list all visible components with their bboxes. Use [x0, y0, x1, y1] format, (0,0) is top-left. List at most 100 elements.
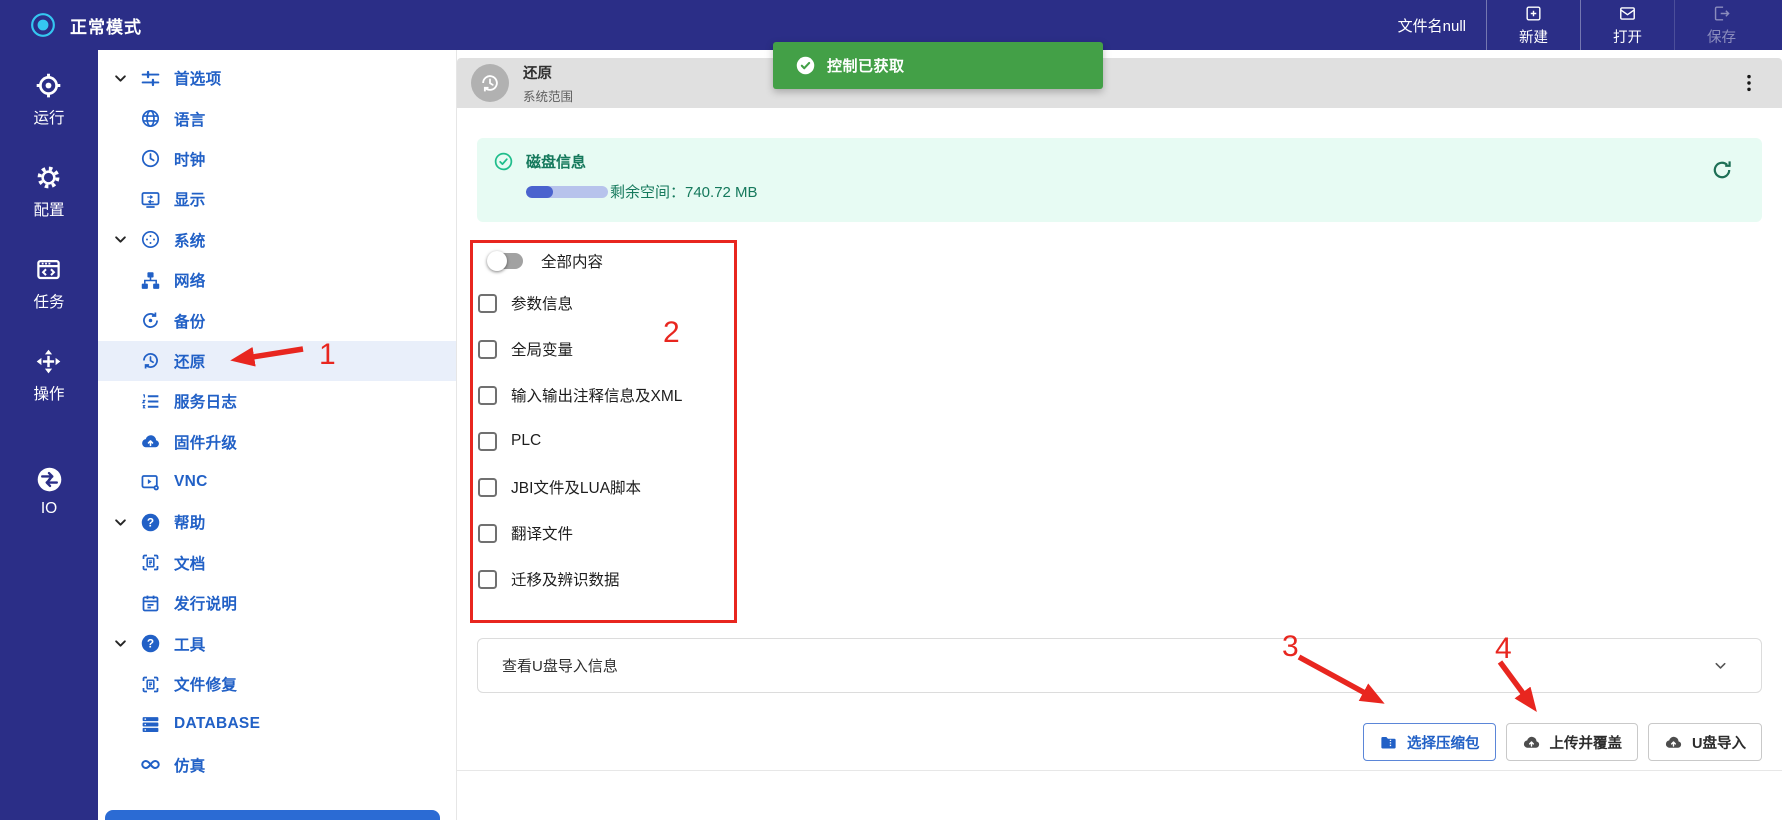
checkbox-label: 参数信息	[511, 292, 573, 314]
sidebar-item[interactable]: 仿真	[98, 745, 456, 785]
restore-checkbox-row[interactable]: 翻译文件	[478, 522, 682, 544]
restore-checkbox-row[interactable]: PLC	[478, 430, 682, 452]
logo-icon	[30, 12, 56, 38]
sidebar-item[interactable]: 显示	[98, 179, 456, 219]
release-notes-icon	[140, 593, 161, 614]
checkbox[interactable]	[478, 570, 497, 589]
operate-icon	[35, 348, 62, 375]
sidebar-item-label: 还原	[174, 350, 206, 372]
help-icon: ?	[140, 512, 161, 533]
sidebar-item[interactable]: 系统	[98, 220, 456, 260]
settings-sidebar: 首选项 语言 时钟	[98, 50, 457, 820]
sidebar-item[interactable]: 首选项	[98, 58, 456, 98]
nav-rail-label: IO	[41, 500, 57, 518]
sidebar-item[interactable]: ? 工具	[98, 623, 456, 663]
nav-rail-label: 操作	[33, 382, 64, 404]
nav-rail-item[interactable]: IO	[36, 466, 63, 518]
archive-icon	[1379, 733, 1398, 752]
page-title: 还原	[523, 62, 573, 83]
toast-check-icon	[795, 55, 816, 76]
checkbox-label: 迁移及辨识数据	[511, 568, 620, 590]
kebab-icon[interactable]	[1738, 70, 1760, 96]
sidebar-item[interactable]: 时钟	[98, 139, 456, 179]
sidebar-item-label: 语言	[174, 108, 206, 130]
topbar-button-label: 打开	[1613, 26, 1642, 47]
select-all-label: 全部内容	[541, 250, 603, 272]
usb-import-info-label: 查看U盘导入信息	[502, 655, 618, 676]
disk-info-title: 磁盘信息	[526, 151, 586, 172]
sidebar-item-label: DATABASE	[174, 715, 260, 733]
sidebar-item[interactable]: 固件升级	[98, 422, 456, 462]
nav-rail-item[interactable]: 任务	[33, 256, 64, 312]
display-icon	[140, 189, 161, 210]
nav-rail-item[interactable]: 运行	[33, 72, 64, 128]
sidebar-item[interactable]: 网络	[98, 260, 456, 300]
svg-text:?: ?	[147, 516, 154, 530]
sidebar-item[interactable]: 备份	[98, 300, 456, 340]
topbar-button[interactable]: 打开	[1580, 0, 1674, 50]
restore-checkbox-row[interactable]: 迁移及辨识数据	[478, 568, 682, 590]
sidebar-item[interactable]: ? 帮助	[98, 502, 456, 542]
sidebar-item-label: VNC	[174, 473, 208, 491]
select-all-row: 全部内容	[487, 250, 603, 272]
content-bottom-divider	[457, 770, 1782, 771]
topbar-button[interactable]: 新建	[1486, 0, 1580, 50]
sidebar-item[interactable]: VNC	[98, 462, 456, 502]
svg-text:?: ?	[147, 637, 154, 651]
topbar-button[interactable]: 保存	[1674, 0, 1768, 50]
nav-rail-item[interactable]: 操作	[33, 348, 64, 404]
run-icon	[35, 72, 62, 99]
sidebar-item-label: 帮助	[174, 511, 206, 533]
action-button[interactable]: U盘导入	[1648, 723, 1762, 761]
sidebar-item[interactable]: 发行说明	[98, 583, 456, 623]
sidebar-item-label: 备份	[174, 310, 206, 332]
chevron-down-icon	[113, 232, 128, 247]
sidebar-item-label: 服务日志	[174, 390, 237, 412]
restore-checkbox-row[interactable]: 参数信息	[478, 292, 682, 314]
refresh-icon[interactable]	[1710, 158, 1734, 182]
sidebar-item[interactable]: 文件修复	[98, 664, 456, 704]
checkbox-label: 全局变量	[511, 338, 573, 360]
checkbox[interactable]	[478, 294, 497, 313]
page-subtitle: 系统范围	[523, 86, 573, 105]
checkbox[interactable]	[478, 524, 497, 543]
save-icon	[1712, 4, 1731, 23]
usb-import-info-collapse[interactable]: 查看U盘导入信息	[477, 638, 1762, 693]
checkbox[interactable]	[478, 340, 497, 359]
sidebar-item[interactable]: 语言	[98, 98, 456, 138]
checkbox[interactable]	[478, 386, 497, 405]
sidebar-item-label: 仿真	[174, 754, 206, 776]
checkbox[interactable]	[478, 478, 497, 497]
nav-rail-item[interactable]: 配置	[33, 164, 64, 220]
action-button-label: 选择压缩包	[1407, 732, 1480, 753]
sidebar-item-label: 工具	[174, 633, 206, 655]
nav-rail-label: 运行	[33, 106, 64, 128]
checkbox-label: JBI文件及LUA脚本	[511, 476, 641, 498]
open-file-icon	[1618, 4, 1637, 23]
restore-checkbox-row[interactable]: 全局变量	[478, 338, 682, 360]
app-window: 正常模式 文件名null 新建 打开 保存	[0, 0, 1782, 820]
service-log-icon	[140, 391, 161, 412]
action-button-row: 选择压缩包 上传并覆盖 U盘导入	[1363, 723, 1762, 761]
io-icon	[36, 466, 63, 493]
simulation-icon	[140, 754, 161, 775]
restore-checkbox-row[interactable]: JBI文件及LUA脚本	[478, 476, 682, 498]
sidebar-bottom-button[interactable]	[105, 810, 440, 820]
sidebar-item[interactable]: 文档	[98, 543, 456, 583]
file-repair-icon	[140, 674, 161, 695]
sidebar-item-label: 系统	[174, 229, 206, 251]
new-file-icon	[1524, 4, 1543, 23]
sidebar-item[interactable]: DATABASE	[98, 704, 456, 744]
database-icon	[140, 714, 161, 735]
action-button[interactable]: 上传并覆盖	[1506, 723, 1639, 761]
checkbox[interactable]	[478, 432, 497, 451]
restore-checkbox-row[interactable]: 输入输出注释信息及XML	[478, 384, 682, 406]
restore-options-box: 全部内容 参数信息 全局变量 输入输出注释信息及XML PLC	[470, 240, 737, 623]
topbar-button-label: 保存	[1707, 26, 1736, 47]
nav-rail-label: 配置	[33, 198, 64, 220]
config-icon	[35, 164, 62, 191]
sidebar-item[interactable]: 服务日志	[98, 381, 456, 421]
select-all-toggle[interactable]	[487, 251, 524, 271]
action-button[interactable]: 选择压缩包	[1363, 723, 1496, 761]
sidebar-item[interactable]: 还原	[98, 341, 456, 381]
